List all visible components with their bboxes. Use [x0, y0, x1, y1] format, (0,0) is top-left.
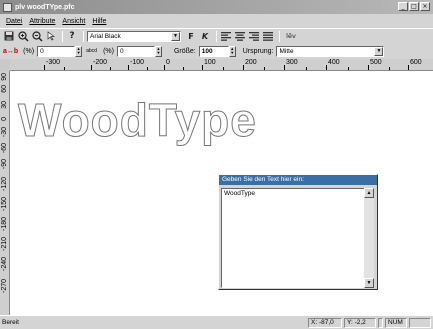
ruler-label: -180 [1, 217, 8, 232]
char-spacing-unit: (%) [23, 47, 35, 55]
ruler-label: -90 [1, 159, 8, 170]
ruler-label: -210 [1, 237, 8, 252]
chevron-down-icon[interactable]: ▼ [374, 46, 384, 56]
char-spacing-stepper[interactable]: ▲ ▼ [75, 45, 83, 57]
align-left-icon[interactable] [220, 30, 232, 42]
dialog-title: Geben Sie den Text hier ein: [219, 175, 377, 185]
menu-hilfe[interactable]: Hilfe [92, 18, 106, 25]
size-input[interactable]: 100 [198, 45, 229, 57]
help-icon[interactable]: ? [66, 30, 78, 42]
main-toolbar: ? Arial Black ▼ F K lēv [0, 28, 433, 43]
text-entry-value: WoodType [224, 190, 255, 197]
dialog-scrollbar[interactable]: ▲ ▼ [364, 188, 374, 288]
ruler-label: -30 [1, 127, 8, 138]
status-x-coordinate: X: -87,0 [308, 318, 342, 328]
ruler-label: 400 [328, 59, 340, 66]
title-bar: plv woodTYpe.pfc _ □ × [0, 0, 433, 14]
italic-button[interactable]: K [199, 30, 211, 42]
ruler-label: -270 [1, 279, 8, 294]
status-ready: Bereit [2, 319, 19, 326]
menu-attribute[interactable]: Attribute [29, 18, 55, 25]
char-spacing-input[interactable]: 0 [37, 45, 76, 57]
outlined-text[interactable]: WoodType [18, 93, 257, 147]
char-spacing-value: 0 [40, 47, 44, 55]
toolbar-separator [216, 30, 217, 42]
origin-select[interactable]: Mitte ▼ [276, 45, 385, 57]
ruler-label: -120 [1, 177, 8, 192]
window-title: plv woodTYpe.pfc [15, 3, 75, 11]
ruler-label: -100 [130, 59, 145, 66]
menu-datei[interactable]: Datei [6, 18, 22, 25]
ruler-label: 600 [410, 59, 422, 66]
origin-label: Ursprung: [242, 47, 274, 55]
ruler-label: 200 [245, 59, 257, 66]
app-icon [3, 2, 12, 12]
save-icon[interactable] [3, 30, 15, 42]
maximize-button[interactable]: □ [409, 2, 419, 11]
vertical-ruler: 90 60 30 0 -30 -60 -90 -120 -150 -180 -2… [0, 71, 10, 315]
ruler-label: 0 [166, 59, 170, 66]
ruler-label: -200 [93, 59, 108, 66]
ruler-label: 0 [1, 117, 8, 121]
ruler-label: 30 [1, 101, 8, 109]
char-spacing-icon: a↔b [3, 47, 19, 55]
status-num: NUM [385, 318, 407, 328]
toolbar-separator [279, 30, 280, 42]
minimize-button[interactable]: _ [398, 2, 408, 11]
ruler-label: 500 [370, 59, 382, 66]
origin-select-value: Mitte [279, 47, 294, 55]
pointer-icon[interactable] [45, 30, 57, 42]
text-entry-dialog: Geben Sie den Text hier ein: WoodType ▲ … [218, 174, 378, 290]
line-spacing-icon: abcd [86, 47, 97, 54]
status-empty-field [378, 318, 383, 328]
bold-button[interactable]: F [185, 30, 197, 42]
size-label: Größe: [173, 47, 196, 55]
line-spacing-unit: (%) [103, 47, 114, 55]
zoom-out-icon[interactable] [31, 30, 43, 42]
text-entry-field[interactable]: WoodType [221, 188, 365, 288]
menu-ansicht[interactable]: Ansicht [62, 18, 85, 25]
horizontal-ruler: -300 -200 -100 0 100 200 300 400 500 600 [10, 59, 433, 71]
text-tool-button[interactable]: lēv [283, 30, 299, 42]
menu-bar: Datei Attribute Ansicht Hilfe [0, 14, 433, 28]
toolbar-separator [83, 30, 84, 42]
font-select[interactable]: Arial Black ▼ [87, 30, 181, 42]
status-empty-field [409, 318, 431, 328]
zoom-in-icon[interactable] [17, 30, 29, 42]
scroll-up-icon[interactable]: ▲ [364, 188, 374, 198]
window-controls: _ □ × [398, 2, 430, 11]
status-y-coordinate: Y: -2,2 [344, 318, 376, 328]
justify-icon[interactable] [262, 30, 274, 42]
text-attributes-toolbar: a↔b (%) 0 ▲ ▼ abcd (%) 0 ▲ ▼ Größe: 100 ▲ ▼… [0, 43, 433, 59]
align-right-icon[interactable] [248, 30, 260, 42]
ruler-label: -150 [1, 197, 8, 212]
scroll-down-icon[interactable]: ▼ [364, 278, 374, 288]
line-spacing-value: 0 [119, 47, 124, 55]
font-select-value: Arial Black [90, 32, 121, 40]
ruler-label: -60 [1, 143, 8, 154]
align-center-icon[interactable] [234, 30, 246, 42]
status-bar: Bereit X: -87,0 Y: -2,2 NUM [0, 315, 433, 329]
ruler-label: 90 [1, 73, 8, 81]
line-spacing-stepper[interactable]: ▲ ▼ [154, 45, 162, 57]
ruler-label: 60 [1, 85, 8, 93]
ruler-label: 300 [286, 59, 298, 66]
ruler-label: -300 [46, 59, 61, 66]
ruler-label: -240 [1, 257, 8, 272]
line-spacing-input[interactable]: 0 [116, 45, 155, 57]
ruler-label: 100 [204, 59, 216, 66]
chevron-down-icon[interactable]: ▼ [171, 31, 180, 41]
size-stepper[interactable]: ▲ ▼ [228, 45, 236, 57]
close-button[interactable]: × [420, 2, 430, 11]
size-value: 100 [201, 47, 213, 55]
toolbar-separator [62, 30, 63, 42]
